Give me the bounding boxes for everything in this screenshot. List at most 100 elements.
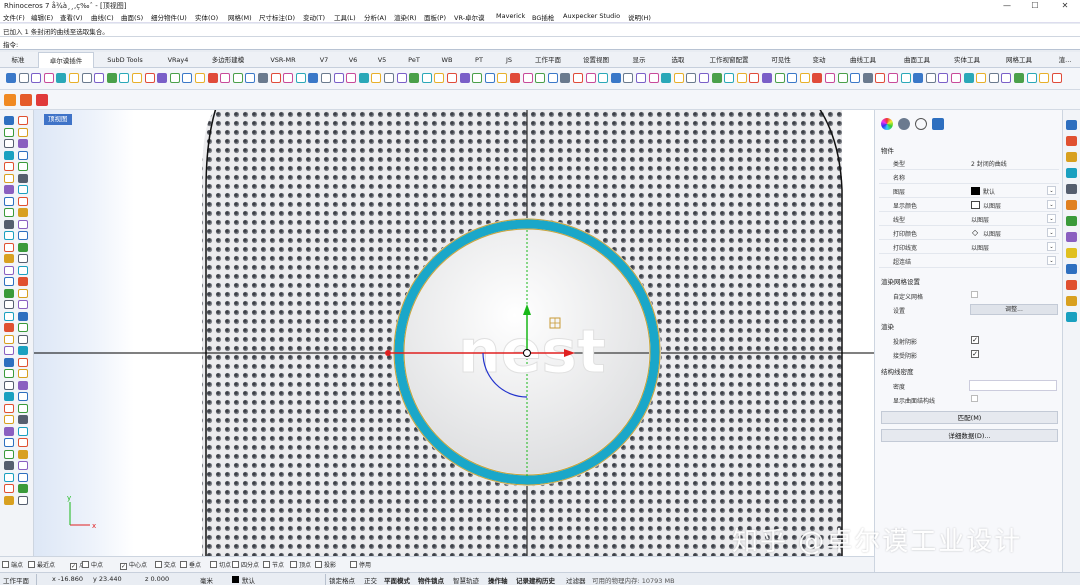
- status-grid-snap[interactable]: 锁定格点: [329, 575, 355, 585]
- toolbar-command-icon[interactable]: [434, 73, 445, 83]
- modeling-tool-icon[interactable]: [4, 208, 14, 217]
- chevron-down-icon[interactable]: ⌄: [1047, 200, 1056, 209]
- menu-item[interactable]: 尺寸标注(D): [259, 12, 295, 22]
- panel-shortcut-icon[interactable]: [1066, 280, 1077, 290]
- status-osnap[interactable]: 物件锁点: [418, 575, 444, 585]
- minimize-button[interactable]: —: [996, 0, 1018, 11]
- toolbar-command-icon[interactable]: [1026, 73, 1037, 83]
- custom-mesh-checkbox[interactable]: [971, 291, 978, 298]
- modeling-tool-icon[interactable]: [4, 369, 14, 378]
- toolbar-command-icon[interactable]: [1001, 73, 1012, 83]
- density-input[interactable]: [969, 380, 1057, 391]
- menu-item[interactable]: Auxpecker Studio: [563, 12, 620, 20]
- panel-shortcut-icon[interactable]: [1066, 264, 1077, 274]
- toolbar-command-icon[interactable]: [119, 73, 130, 83]
- panel-shortcut-icon[interactable]: [1066, 232, 1077, 242]
- modeling-tool-icon[interactable]: [4, 449, 14, 459]
- toolbar-command-icon[interactable]: [358, 73, 369, 83]
- modeling-tool-icon[interactable]: [4, 231, 14, 240]
- modeling-tool-icon[interactable]: [18, 311, 28, 321]
- modeling-tool-icon[interactable]: [18, 242, 28, 252]
- toolbar-command-icon[interactable]: [560, 73, 571, 83]
- toolbar-command-icon[interactable]: [207, 73, 218, 83]
- toolbar-command-icon[interactable]: [484, 73, 495, 83]
- toolbar-command-icon[interactable]: [522, 73, 533, 83]
- modeling-tool-icon[interactable]: [18, 185, 28, 194]
- osnap-checkbox[interactable]: [290, 561, 297, 568]
- modeling-tool-icon[interactable]: [18, 116, 28, 125]
- osnap-5[interactable]: 交点: [155, 560, 176, 569]
- osnap-checkbox[interactable]: [315, 561, 322, 568]
- modeling-tool-icon[interactable]: [18, 380, 28, 390]
- toolbar-command-icon[interactable]: [925, 73, 936, 83]
- lights-tab-icon[interactable]: [915, 118, 927, 130]
- toolbar-command-icon[interactable]: [81, 73, 92, 83]
- osnap-checkbox[interactable]: [350, 561, 357, 568]
- toolbar-command-icon[interactable]: [598, 73, 609, 83]
- toolbar-command-icon[interactable]: [308, 73, 319, 83]
- status-smarttrack[interactable]: 智慧轨迹: [453, 575, 479, 585]
- modeling-tool-icon[interactable]: [4, 484, 14, 493]
- modeling-tool-icon[interactable]: [4, 277, 14, 286]
- toolbar-command-icon[interactable]: [169, 73, 180, 83]
- toolbar-command-icon[interactable]: [106, 73, 117, 83]
- menu-item[interactable]: 曲面(S): [121, 12, 143, 22]
- modeling-tool-icon[interactable]: [18, 495, 28, 505]
- tab-5[interactable]: VSR-MR: [258, 52, 308, 68]
- osnap-checkbox[interactable]: ✓: [70, 563, 77, 570]
- modeling-tool-icon[interactable]: [4, 380, 14, 390]
- modeling-tool-icon[interactable]: [18, 265, 28, 275]
- plugin-icon[interactable]: [4, 94, 16, 106]
- modeling-tool-icon[interactable]: [18, 461, 28, 470]
- modeling-tool-icon[interactable]: [18, 127, 28, 137]
- modeling-tool-icon[interactable]: [18, 173, 28, 183]
- modeling-tool-icon[interactable]: [18, 426, 28, 436]
- toolbar-command-icon[interactable]: [69, 73, 79, 83]
- modeling-tool-icon[interactable]: [18, 231, 28, 240]
- tab-15[interactable]: 显示: [621, 52, 657, 68]
- toolbar-command-icon[interactable]: [384, 73, 394, 83]
- toolbar-command-icon[interactable]: [888, 73, 898, 83]
- modeling-tool-icon[interactable]: [18, 162, 28, 171]
- toolbar-command-icon[interactable]: [762, 73, 772, 83]
- toolbar-command-icon[interactable]: [799, 73, 810, 83]
- modeling-tool-icon[interactable]: [4, 426, 14, 436]
- modeling-tool-icon[interactable]: [18, 196, 28, 206]
- toolbar-command-icon[interactable]: [258, 73, 268, 83]
- adjust-button[interactable]: 调整...: [970, 304, 1058, 315]
- tab-20[interactable]: 曲线工具: [838, 52, 888, 68]
- osnap-checkbox[interactable]: [232, 561, 239, 568]
- modeling-tool-icon[interactable]: [4, 334, 14, 344]
- osnap-checkbox[interactable]: [263, 561, 270, 568]
- modeling-tool-icon[interactable]: [4, 438, 14, 447]
- modeling-tool-icon[interactable]: [4, 162, 14, 171]
- menu-item[interactable]: 变动(T): [303, 12, 325, 22]
- toolbar-command-icon[interactable]: [182, 73, 193, 83]
- toolbar-command-icon[interactable]: [295, 73, 306, 83]
- chevron-down-icon[interactable]: ⌄: [1047, 214, 1056, 223]
- tab-19[interactable]: 变动: [804, 52, 834, 68]
- toolbar-command-icon[interactable]: [270, 73, 281, 83]
- modeling-tool-icon[interactable]: [4, 288, 14, 298]
- modeling-tool-icon[interactable]: [4, 127, 14, 137]
- modeling-tool-icon[interactable]: [4, 415, 14, 424]
- menu-item[interactable]: VR-卓尔谟: [454, 12, 485, 22]
- modeling-tool-icon[interactable]: [18, 392, 28, 401]
- toolbar-command-icon[interactable]: [547, 73, 558, 83]
- osnap-3[interactable]: 中点: [82, 560, 103, 569]
- toolbar-command-icon[interactable]: [43, 73, 54, 83]
- cast-shadows-checkbox[interactable]: ✓: [971, 336, 979, 344]
- osnap-checkbox[interactable]: [210, 561, 217, 568]
- toolbar-command-icon[interactable]: [1039, 73, 1050, 83]
- modeling-tool-icon[interactable]: [18, 449, 28, 459]
- mail-icon[interactable]: [36, 94, 48, 106]
- menu-item[interactable]: 面板(P): [424, 12, 446, 22]
- toolbar-command-icon[interactable]: [409, 73, 420, 83]
- viewport-title[interactable]: 顶视图: [44, 114, 72, 125]
- osnap-9[interactable]: 节点: [263, 560, 284, 569]
- modeling-tool-icon[interactable]: [4, 346, 14, 355]
- maximize-button[interactable]: ☐: [1024, 0, 1046, 11]
- toolbar-command-icon[interactable]: [94, 73, 105, 83]
- toolbar-command-icon[interactable]: [724, 73, 735, 83]
- chevron-down-icon[interactable]: ⌄: [1047, 242, 1056, 251]
